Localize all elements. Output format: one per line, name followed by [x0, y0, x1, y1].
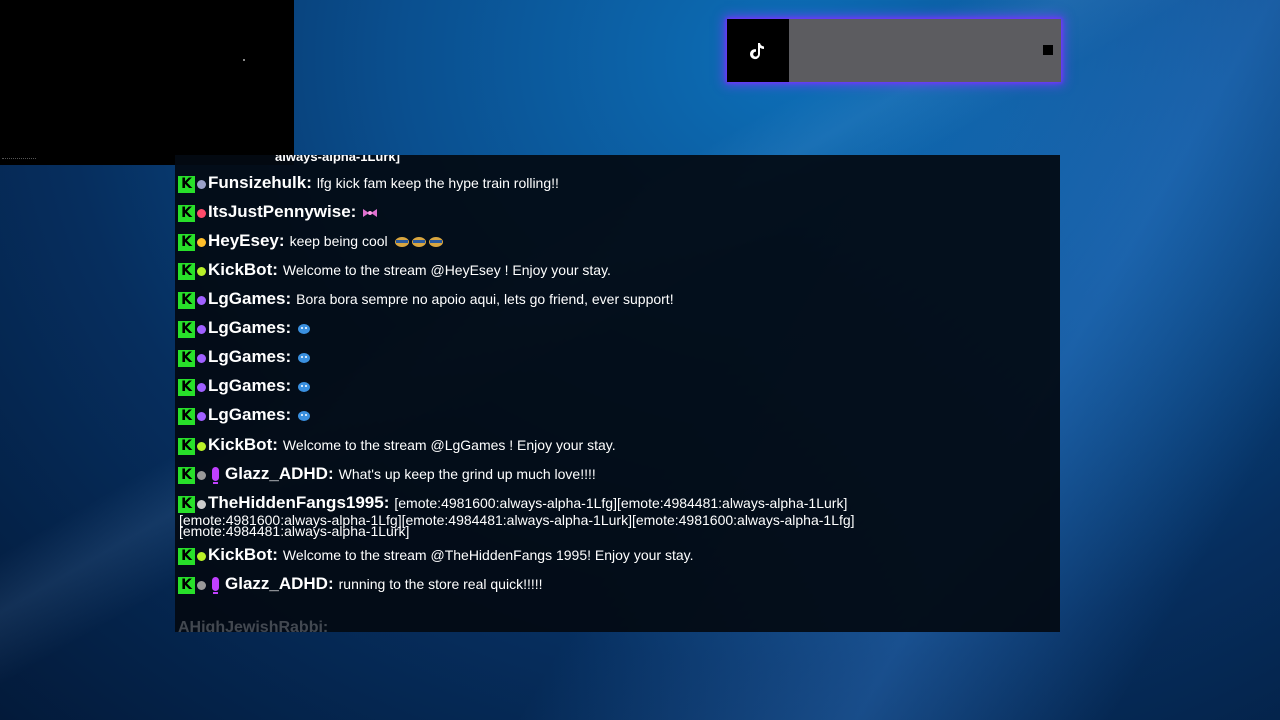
kick-badge-icon: K: [178, 292, 195, 309]
chat-text: Welcome to the stream @HeyEsey ! Enjoy y…: [282, 261, 611, 278]
chat-username[interactable]: LgGames:: [208, 289, 291, 309]
kick-badge-icon: K: [178, 350, 195, 367]
chat-message: K LgGames:: [178, 375, 311, 396]
black-overlay-panel: [0, 0, 294, 165]
chat-message: K LgGames:: [178, 404, 311, 425]
subscriber-badge-icon: [197, 500, 206, 509]
kick-badge-icon: K: [178, 548, 195, 565]
microphone-icon: [212, 576, 219, 594]
chat-username[interactable]: KickBot:: [208, 545, 278, 565]
bot-badge-icon: [197, 267, 206, 276]
chat-message: K KickBot: Welcome to the stream @HeyEse…: [178, 259, 611, 280]
chat-username[interactable]: Glazz_ADHD:: [225, 574, 334, 594]
chat-text: Bora bora sempre no apoio aqui, lets go …: [296, 290, 674, 307]
panel-divider: [2, 158, 36, 161]
chat-message: K LgGames: Bora bora sempre no apoio aqu…: [178, 288, 674, 309]
chat-overlay: always-alpha-1Lurk] K Funsizehulk: lfg k…: [175, 155, 1060, 632]
subscriber-badge-icon: [197, 354, 206, 363]
microphone-icon: [212, 466, 219, 484]
chat-text: Welcome to the stream @LgGames ! Enjoy y…: [282, 436, 616, 453]
chat-text: What's up keep the grind up much love!!!…: [338, 465, 596, 482]
chat-message: K HeyEsey: keep being cool: [178, 230, 444, 251]
subscriber-badge-icon: [197, 296, 206, 305]
kick-badge-icon: K: [178, 408, 195, 425]
chat-username[interactable]: LgGames:: [208, 347, 291, 367]
chat-message: K Glazz_ADHD: running to the store real …: [178, 573, 543, 594]
chat-message: K LgGames:: [178, 317, 311, 338]
bot-badge-icon: [197, 442, 206, 451]
cursor-dot: [243, 59, 245, 61]
kick-badge-icon: K: [178, 176, 195, 193]
chat-text: lfg kick fam keep the hype train rolling…: [316, 174, 559, 191]
kick-badge-icon: K: [178, 577, 195, 594]
partial-top-line: always-alpha-1Lurk]: [275, 155, 400, 164]
chat-username[interactable]: LgGames:: [208, 376, 291, 396]
tiktok-live-widget: [727, 19, 1061, 82]
chat-username[interactable]: TheHiddenFangs1995:: [208, 493, 389, 513]
kick-badge-icon: K: [178, 321, 195, 338]
kick-badge-icon: K: [178, 467, 195, 484]
subscriber-badge-icon: [197, 180, 206, 189]
kick-badge-icon: K: [178, 234, 195, 251]
subscriber-badge-icon: [197, 209, 206, 218]
subscriber-badge-icon: [197, 383, 206, 392]
subscriber-badge-icon: [197, 325, 206, 334]
kick-badge-icon: K: [178, 496, 195, 513]
chat-username[interactable]: Funsizehulk:: [208, 173, 312, 193]
blue-emote-icon: [297, 409, 311, 421]
chat-message: K Glazz_ADHD: What's up keep the grind u…: [178, 463, 596, 484]
chat-message: K TheHiddenFangs1995: [emote:4981600:alw…: [178, 492, 847, 513]
chat-message: K LgGames:: [178, 346, 311, 367]
subscriber-badge-icon: [197, 471, 206, 480]
subscriber-badge-icon: [197, 581, 206, 590]
bot-badge-icon: [197, 552, 206, 561]
blue-emote-icon: [297, 351, 311, 363]
tiktok-progress-bar: [789, 19, 1061, 82]
chat-message: K ItsJustPennywise:: [178, 201, 378, 222]
chat-text: keep being cool: [289, 232, 388, 249]
chat-text: running to the store real quick!!!!!: [338, 575, 543, 592]
chat-username[interactable]: KickBot:: [208, 435, 278, 455]
chat-username[interactable]: Glazz_ADHD:: [225, 464, 334, 484]
chat-message: K KickBot: Welcome to the stream @LgGame…: [178, 434, 616, 455]
kick-badge-icon: K: [178, 263, 195, 280]
chat-message: K KickBot: Welcome to the stream @TheHid…: [178, 544, 693, 565]
blue-emote-icon: [297, 322, 311, 334]
chat-text-wrap: [emote:4984481:always-alpha-1Lurk]: [179, 523, 410, 539]
chat-text: Welcome to the stream @TheHiddenFangs 19…: [282, 546, 694, 563]
chat-username[interactable]: ItsJustPennywise:: [208, 202, 356, 222]
blue-emote-icon: [297, 380, 311, 392]
kick-badge-icon: K: [178, 379, 195, 396]
chat-message: K Funsizehulk: lfg kick fam keep the hyp…: [178, 172, 559, 193]
incoming-message-faded: AHighJewishRabbi:: [178, 619, 329, 632]
cool-emotes-icon: [394, 235, 444, 247]
kick-badge-icon: K: [178, 438, 195, 455]
subscriber-badge-icon: [197, 238, 206, 247]
pink-emote-icon: [362, 206, 378, 218]
chat-username[interactable]: LgGames:: [208, 318, 291, 338]
chat-username[interactable]: KickBot:: [208, 260, 278, 280]
chat-username[interactable]: LgGames:: [208, 405, 291, 425]
stop-square-icon[interactable]: [1043, 45, 1053, 55]
subscriber-badge-icon: [197, 412, 206, 421]
tiktok-icon: [727, 19, 789, 82]
chat-text: [emote:4981600:always-alpha-1Lfg][emote:…: [394, 494, 848, 511]
kick-badge-icon: K: [178, 205, 195, 222]
chat-username[interactable]: HeyEsey:: [208, 231, 285, 251]
